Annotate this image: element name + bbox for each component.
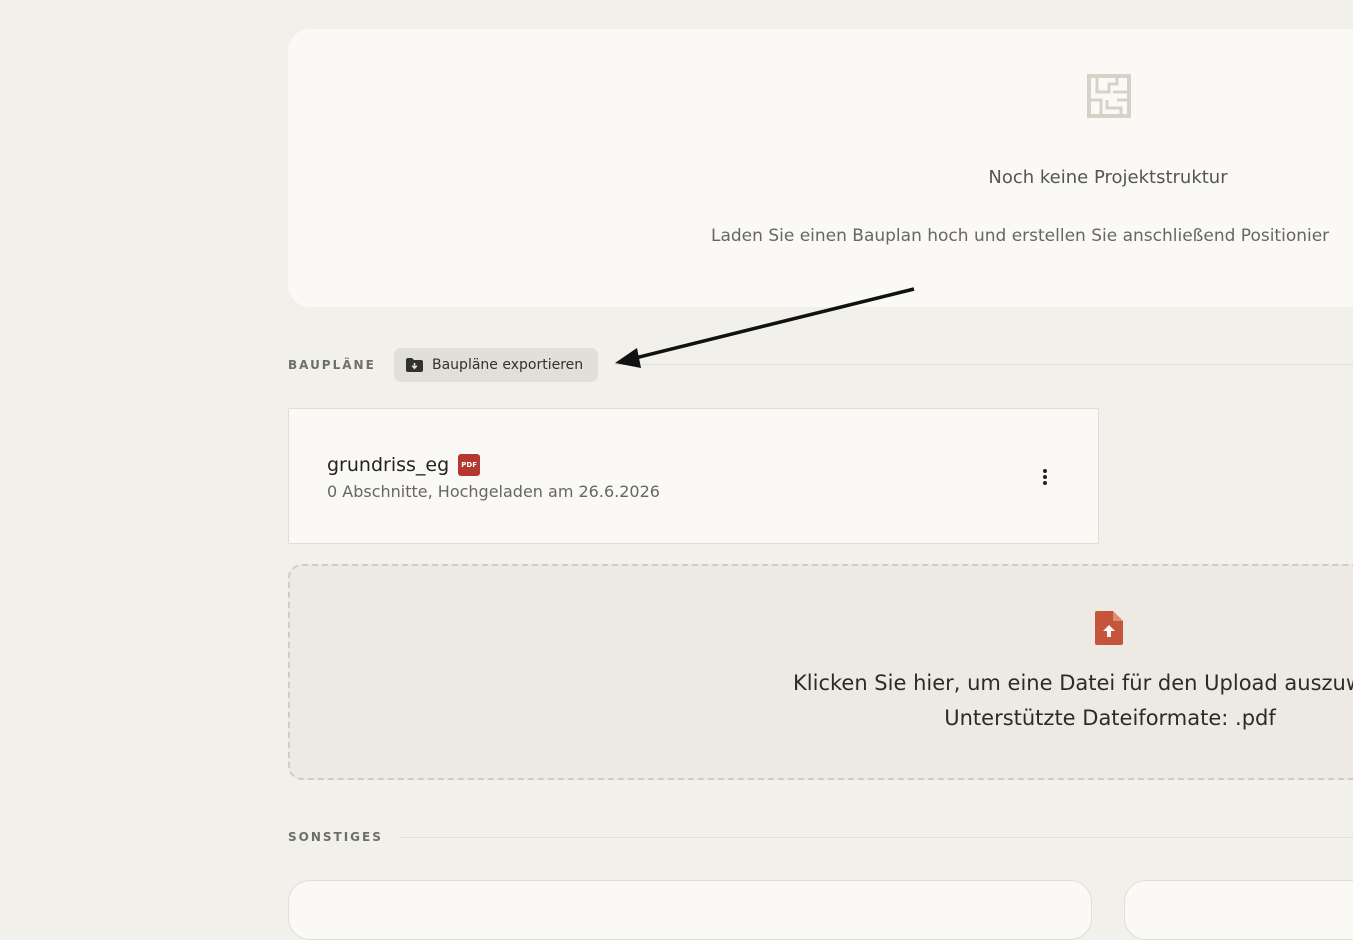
upload-instruction: Klicken Sie hier, um eine Datei für den …	[793, 671, 1353, 695]
folder-download-icon	[406, 358, 423, 372]
plans-section-divider	[614, 364, 1353, 365]
empty-state-description: Laden Sie einen Bauplan hoch und erstell…	[711, 226, 1330, 246]
file-name-row: grundriss_eg PDF	[327, 454, 481, 476]
empty-state-card: Noch keine Projektstruktur Laden Sie ein…	[288, 29, 1353, 307]
plan-file-card[interactable]: grundriss_eg PDF 0 Abschnitte, Hochgelad…	[288, 408, 1099, 544]
plans-section-label: BAUPLÄNE	[288, 358, 376, 372]
upload-dropzone[interactable]: Klicken Sie hier, um eine Datei für den …	[288, 564, 1353, 780]
file-meta: 0 Abschnitte, Hochgeladen am 26.6.2026	[327, 482, 660, 501]
other-section-label: SONSTIGES	[288, 830, 383, 844]
other-section-divider	[400, 837, 1353, 838]
upload-formats: Unterstützte Dateiformate: .pdf	[944, 706, 1276, 730]
other-card-1[interactable]	[288, 880, 1092, 940]
export-plans-label: Baupläne exportieren	[432, 357, 584, 373]
export-plans-button[interactable]: Baupläne exportieren	[394, 348, 598, 382]
file-name: grundriss_eg	[327, 454, 450, 476]
kebab-menu-icon[interactable]	[1034, 464, 1056, 490]
other-card-2[interactable]	[1124, 880, 1353, 940]
empty-state-title: Noch keine Projektstruktur	[988, 167, 1228, 188]
floorplan-icon	[1087, 74, 1131, 118]
pdf-icon: PDF	[458, 454, 481, 476]
file-upload-icon	[1095, 611, 1123, 645]
